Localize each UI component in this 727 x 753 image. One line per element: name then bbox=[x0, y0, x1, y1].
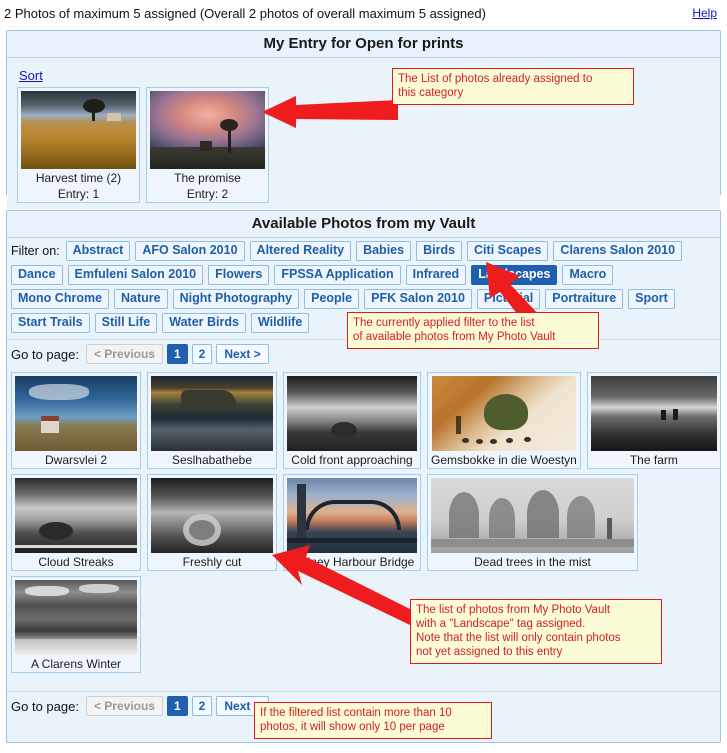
pager-label: Go to page: bbox=[11, 346, 79, 362]
sort-link[interactable]: Sort bbox=[19, 68, 43, 83]
vault-photo-card[interactable]: Gemsbokke in die Woestyn bbox=[427, 372, 581, 469]
vault-photo-title: Cold front approaching bbox=[291, 453, 413, 467]
filter-tag-people[interactable]: People bbox=[304, 289, 360, 309]
page-header: 2 Photos of maximum 5 assigned (Overall … bbox=[0, 0, 727, 26]
arrow-to-assigned-photo bbox=[262, 96, 398, 128]
vault-photo-card[interactable]: The farm bbox=[586, 372, 721, 469]
vault-photo-card[interactable]: Dead trees in the mist bbox=[427, 474, 638, 571]
vault-photo-card[interactable]: Cloud Streaks bbox=[11, 474, 141, 571]
filter-tag-fpssa-application[interactable]: FPSSA Application bbox=[274, 265, 401, 285]
vault-photo-title: A Clarens Winter bbox=[30, 657, 122, 671]
seslhabathebe-thumbnail bbox=[151, 376, 273, 451]
vault-photo-card[interactable]: Dwarsvlei 2 bbox=[11, 372, 141, 469]
filter-tag-nature[interactable]: Nature bbox=[114, 289, 168, 309]
the-farm-thumbnail bbox=[590, 376, 717, 451]
help-link[interactable]: Help bbox=[692, 6, 721, 20]
page-button-2[interactable]: 2 bbox=[191, 696, 213, 716]
cold-front-approaching-thumbnail bbox=[287, 376, 417, 451]
assigned-photo-entry: Entry: 2 bbox=[186, 187, 229, 201]
filter-tag-mono-chrome[interactable]: Mono Chrome bbox=[11, 289, 110, 309]
page-button-2[interactable]: 2 bbox=[191, 344, 213, 364]
callout-vault-list: The list of photos from My Photo Vault w… bbox=[410, 599, 662, 664]
filter-tag-emfuleni-salon-2010[interactable]: Emfuleni Salon 2010 bbox=[67, 265, 204, 285]
filter-row-3: Mono Chrome Nature Night Photography Peo… bbox=[11, 289, 716, 309]
vault-photo-title: Freshly cut bbox=[182, 555, 242, 569]
previous-page-button[interactable]: < Previous bbox=[85, 696, 163, 716]
callout-assigned-list: The List of photos already assigned to t… bbox=[392, 68, 634, 105]
filter-tag-sport[interactable]: Sport bbox=[628, 289, 675, 309]
cloud-streaks-thumbnail bbox=[15, 478, 137, 553]
filter-on-label: Filter on: bbox=[11, 244, 60, 258]
my-entry-title: My Entry for Open for prints bbox=[7, 31, 720, 58]
filter-tag-abstract[interactable]: Abstract bbox=[65, 241, 131, 261]
assigned-photo-title: The promise bbox=[174, 171, 241, 185]
available-photos-title: Available Photos from my Vault bbox=[7, 211, 720, 238]
page-button-1[interactable]: 1 bbox=[166, 696, 188, 716]
filter-tag-babies[interactable]: Babies bbox=[356, 241, 412, 261]
filter-tag-infrared[interactable]: Infrared bbox=[405, 265, 467, 285]
a-clarens-winter-thumbnail bbox=[15, 580, 137, 655]
dead-trees-in-the-mist-thumbnail bbox=[431, 478, 634, 553]
assigned-photo-title: Harvest time (2) bbox=[35, 171, 122, 185]
gemsbokke-in-die-woestyn-thumbnail bbox=[431, 376, 576, 451]
arrow-to-vault-photo bbox=[272, 545, 418, 625]
vault-photo-title: Cloud Streaks bbox=[38, 555, 114, 569]
filter-tag-wildlife[interactable]: Wildlife bbox=[250, 313, 310, 333]
harvest-time-thumbnail bbox=[21, 91, 136, 169]
callout-applied-filter: The currently applied filter to the list… bbox=[347, 312, 599, 349]
vault-photo-card[interactable]: A Clarens Winter bbox=[11, 576, 141, 673]
assigned-photo-entry: Entry: 1 bbox=[57, 187, 100, 201]
vault-photo-card[interactable]: Freshly cut bbox=[147, 474, 277, 571]
filter-tag-afo-salon-2010[interactable]: AFO Salon 2010 bbox=[135, 241, 245, 261]
filter-tag-macro[interactable]: Macro bbox=[562, 265, 614, 285]
vault-photo-title: Gemsbokke in die Woestyn bbox=[431, 453, 577, 467]
filter-tag-night-photography[interactable]: Night Photography bbox=[172, 289, 300, 309]
assigned-photo-card[interactable]: Harvest time (2) Entry: 1 bbox=[17, 87, 140, 203]
filter-row-1: Filter on: Abstract AFO Salon 2010 Alter… bbox=[11, 241, 716, 261]
photo-entry-page: 2 Photos of maximum 5 assigned (Overall … bbox=[0, 0, 727, 753]
vault-photo-title: Dead trees in the mist bbox=[474, 555, 591, 569]
vault-photo-title: The farm bbox=[629, 453, 678, 467]
vault-photo-card[interactable]: Cold front approaching bbox=[283, 372, 421, 469]
pager-label: Go to page: bbox=[11, 698, 79, 714]
filter-tag-still-life[interactable]: Still Life bbox=[94, 313, 158, 333]
assigned-photo-card[interactable]: The promise Entry: 2 bbox=[146, 87, 269, 203]
filter-tag-start-trails[interactable]: Start Trails bbox=[11, 313, 90, 333]
dwarsvlei-2-thumbnail bbox=[15, 376, 137, 451]
the-promise-thumbnail bbox=[150, 91, 265, 169]
assignment-status-text: 2 Photos of maximum 5 assigned (Overall … bbox=[4, 5, 486, 21]
page-button-1[interactable]: 1 bbox=[166, 344, 188, 364]
vault-photo-title: Dwarsvlei 2 bbox=[44, 453, 107, 467]
filter-tag-flowers[interactable]: Flowers bbox=[208, 265, 270, 285]
filter-tag-portraiture[interactable]: Portraiture bbox=[545, 289, 624, 309]
callout-pagination-note: If the filtered list contain more than 1… bbox=[254, 702, 492, 739]
filter-tag-citi-scapes[interactable]: Citi Scapes bbox=[467, 241, 549, 261]
filter-row-2: Dance Emfuleni Salon 2010 Flowers FPSSA … bbox=[11, 265, 716, 285]
filter-tag-birds[interactable]: Birds bbox=[416, 241, 463, 261]
filter-tag-dance[interactable]: Dance bbox=[11, 265, 63, 285]
previous-page-button[interactable]: < Previous bbox=[85, 344, 163, 364]
filter-tag-clarens-salon-2010[interactable]: Clarens Salon 2010 bbox=[553, 241, 683, 261]
vault-photo-card[interactable]: Seslhabathebe bbox=[147, 372, 277, 469]
filter-tag-pfk-salon-2010[interactable]: PFK Salon 2010 bbox=[364, 289, 472, 309]
freshly-cut-thumbnail bbox=[151, 478, 273, 553]
photo-grid-row: Dwarsvlei 2 Seslhabathebe Cold front app… bbox=[11, 372, 721, 469]
next-page-button[interactable]: Next > bbox=[216, 344, 269, 364]
vault-photo-title: Seslhabathebe bbox=[171, 453, 253, 467]
filter-tag-altered-reality[interactable]: Altered Reality bbox=[249, 241, 352, 261]
filter-tag-water-birds[interactable]: Water Birds bbox=[162, 313, 246, 333]
